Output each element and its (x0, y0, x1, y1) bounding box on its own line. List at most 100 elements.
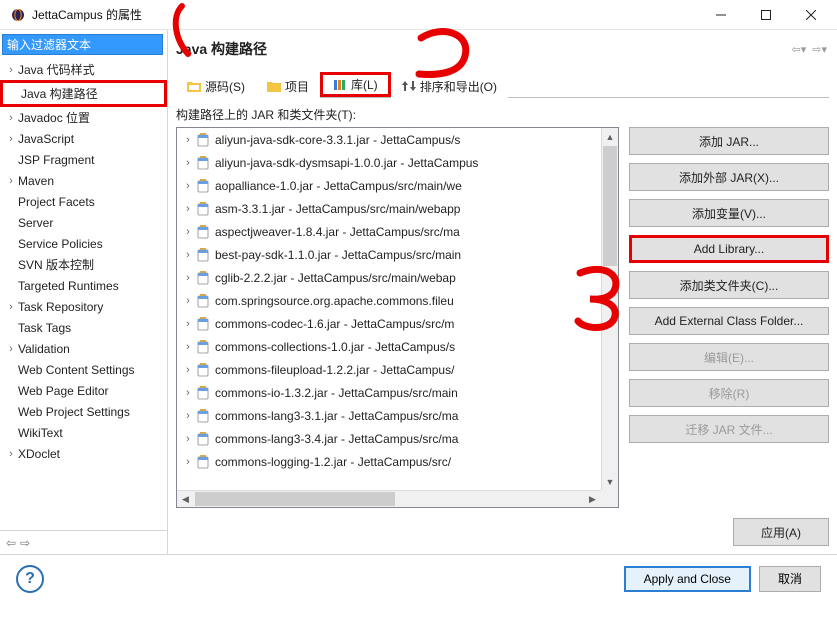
list-item[interactable]: ›aopalliance-1.0.jar - JettaCampus/src/m… (177, 174, 601, 197)
add-variable-button[interactable]: 添加变量(V)... (629, 199, 829, 227)
tree-item[interactable]: ›JavaScript (0, 128, 167, 149)
expand-icon[interactable]: › (181, 341, 195, 353)
nav-fwd-icon[interactable]: ⇨▾ (810, 43, 829, 56)
tree-item[interactable]: ›Task Repository (0, 296, 167, 317)
tree-item[interactable]: ›Validation (0, 338, 167, 359)
close-button[interactable] (788, 1, 833, 29)
add-external-jar-button[interactable]: 添加外部 JAR(X)... (629, 163, 829, 191)
apply-and-close-button[interactable]: Apply and Close (624, 566, 751, 592)
migrate-jar-button[interactable]: 迁移 JAR 文件... (629, 415, 829, 443)
expand-icon[interactable]: › (181, 295, 195, 307)
list-item[interactable]: ›commons-io-1.3.2.jar - JettaCampus/src/… (177, 381, 601, 404)
expand-icon[interactable]: › (181, 456, 195, 468)
add-library-button[interactable]: Add Library... (629, 235, 829, 263)
tree-item[interactable]: SVN 版本控制 (0, 254, 167, 275)
footer: ? Apply and Close 取消 (0, 554, 837, 602)
expand-icon[interactable]: › (181, 226, 195, 238)
scroll-corner (601, 490, 618, 507)
edit-button[interactable]: 编辑(E)... (629, 343, 829, 371)
list-item[interactable]: ›asm-3.3.1.jar - JettaCampus/src/main/we… (177, 197, 601, 220)
tabs: 源码(S) 项目 库(L) 排序和导出(O) (176, 72, 829, 98)
list-item-label: commons-lang3-3.1.jar - JettaCampus/src/… (215, 409, 458, 423)
filter-input[interactable] (2, 34, 163, 55)
list-item-label: aspectjweaver-1.8.4.jar - JettaCampus/sr… (215, 225, 460, 239)
expand-icon[interactable]: › (181, 157, 195, 169)
apply-button[interactable]: 应用(A) (733, 518, 829, 546)
filter-box (2, 34, 163, 55)
jar-icon (195, 454, 211, 470)
jar-icon (195, 178, 211, 194)
list-item[interactable]: ›commons-lang3-3.4.jar - JettaCampus/src… (177, 427, 601, 450)
sidebar: ›Java 代码样式 Java 构建路径 ›Javadoc 位置 ›JavaSc… (0, 30, 168, 554)
tree-item[interactable]: Web Page Editor (0, 380, 167, 401)
jar-icon (195, 408, 211, 424)
nav-fwd-icon[interactable]: ⇨ (20, 536, 30, 550)
scrollbar-vertical[interactable]: ▲ ▼ (601, 128, 618, 490)
list-item[interactable]: › commons-lang3-3.1.jar - JettaCampus/src… (177, 404, 601, 427)
expand-icon[interactable]: › (181, 318, 195, 330)
nav-back-icon[interactable]: ⇦ (6, 536, 16, 550)
jar-icon (195, 270, 211, 286)
add-class-folder-button[interactable]: 添加类文件夹(C)... (629, 271, 829, 299)
expand-icon[interactable]: › (181, 433, 195, 445)
minimize-button[interactable] (698, 1, 743, 29)
tree-item[interactable]: ›Maven (0, 170, 167, 191)
expand-icon[interactable]: › (181, 387, 195, 399)
remove-button[interactable]: 移除(R) (629, 379, 829, 407)
cancel-button[interactable]: 取消 (759, 566, 821, 592)
scroll-right-icon[interactable]: ▶ (584, 491, 601, 507)
tree-item[interactable]: Server (0, 212, 167, 233)
tree-item[interactable]: WikiText (0, 422, 167, 443)
tree-item[interactable]: ›Java 代码样式 (0, 59, 167, 80)
tab-projects[interactable]: 项目 (256, 73, 320, 98)
window-title: JettaCampus 的属性 (32, 6, 698, 23)
list-item-label: aliyun-java-sdk-core-3.3.1.jar - JettaCa… (215, 133, 460, 147)
expand-icon[interactable]: › (181, 134, 195, 146)
jar-icon (195, 316, 211, 332)
expand-icon[interactable]: › (181, 249, 195, 261)
scroll-down-icon[interactable]: ▼ (602, 473, 618, 490)
tree-item[interactable]: Task Tags (0, 317, 167, 338)
tree-item[interactable]: Targeted Runtimes (0, 275, 167, 296)
scroll-thumb[interactable] (195, 492, 395, 506)
expand-icon[interactable]: › (181, 272, 195, 284)
expand-icon[interactable]: › (181, 180, 195, 192)
list-item[interactable]: ›commons-logging-1.2.jar - JettaCampus/s… (177, 450, 601, 473)
list-item[interactable]: › aliyun-java-sdk-core-3.3.1.jar - JettaC… (177, 128, 601, 151)
expand-icon[interactable]: › (181, 203, 195, 215)
scroll-thumb[interactable] (603, 146, 617, 266)
list-item[interactable]: ›commons-fileupload-1.2.2.jar - JettaCam… (177, 358, 601, 381)
tree-item[interactable]: Web Content Settings (0, 359, 167, 380)
expand-icon[interactable]: › (181, 364, 195, 376)
list-item[interactable]: ›cglib-2.2.2.jar - JettaCampus/src/main/… (177, 266, 601, 289)
list-item-label: com.springsource.org.apache.commons.file… (215, 294, 454, 308)
tree-item[interactable]: Service Policies (0, 233, 167, 254)
list-item[interactable]: ›commons-codec-1.6.jar - JettaCampus/src… (177, 312, 601, 335)
help-icon[interactable]: ? (16, 565, 44, 593)
add-external-class-folder-button[interactable]: Add External Class Folder... (629, 307, 829, 335)
action-buttons: 添加 JAR... 添加外部 JAR(X)... 添加变量(V)... Add … (629, 127, 829, 508)
jar-icon (195, 155, 211, 171)
tree-item[interactable]: JSP Fragment (0, 149, 167, 170)
scroll-up-icon[interactable]: ▲ (602, 128, 618, 145)
tree-item[interactable]: Web Project Settings (0, 401, 167, 422)
tab-source[interactable]: 源码(S) (176, 73, 256, 98)
tab-order-export[interactable]: 排序和导出(O) (391, 73, 508, 98)
list-item[interactable]: ›best-pay-sdk-1.1.0.jar - JettaCampus/sr… (177, 243, 601, 266)
tree-item[interactable]: ›Javadoc 位置 (0, 107, 167, 128)
maximize-button[interactable] (743, 1, 788, 29)
scroll-left-icon[interactable]: ◀ (177, 491, 194, 507)
tree-item[interactable]: Project Facets (0, 191, 167, 212)
scrollbar-horizontal[interactable]: ◀ ▶ (177, 490, 601, 507)
nav-back-icon[interactable]: ⇦▾ (790, 43, 809, 56)
page-title: Java 构建路径 (176, 39, 790, 59)
tab-libraries[interactable]: 库(L) (320, 72, 391, 97)
list-item[interactable]: › com.springsource.org.apache.commons.fil… (177, 289, 601, 312)
list-item[interactable]: › aspectjweaver-1.8.4.jar - JettaCampus/s… (177, 220, 601, 243)
list-item[interactable]: ›aliyun-java-sdk-dysmsapi-1.0.0.jar - Je… (177, 151, 601, 174)
tree-item-java-build-path[interactable]: Java 构建路径 (3, 83, 164, 104)
expand-icon[interactable]: › (181, 410, 195, 422)
tree-item[interactable]: ›XDoclet (0, 443, 167, 464)
add-jar-button[interactable]: 添加 JAR... (629, 127, 829, 155)
list-item[interactable]: ›commons-collections-1.0.jar - JettaCamp… (177, 335, 601, 358)
